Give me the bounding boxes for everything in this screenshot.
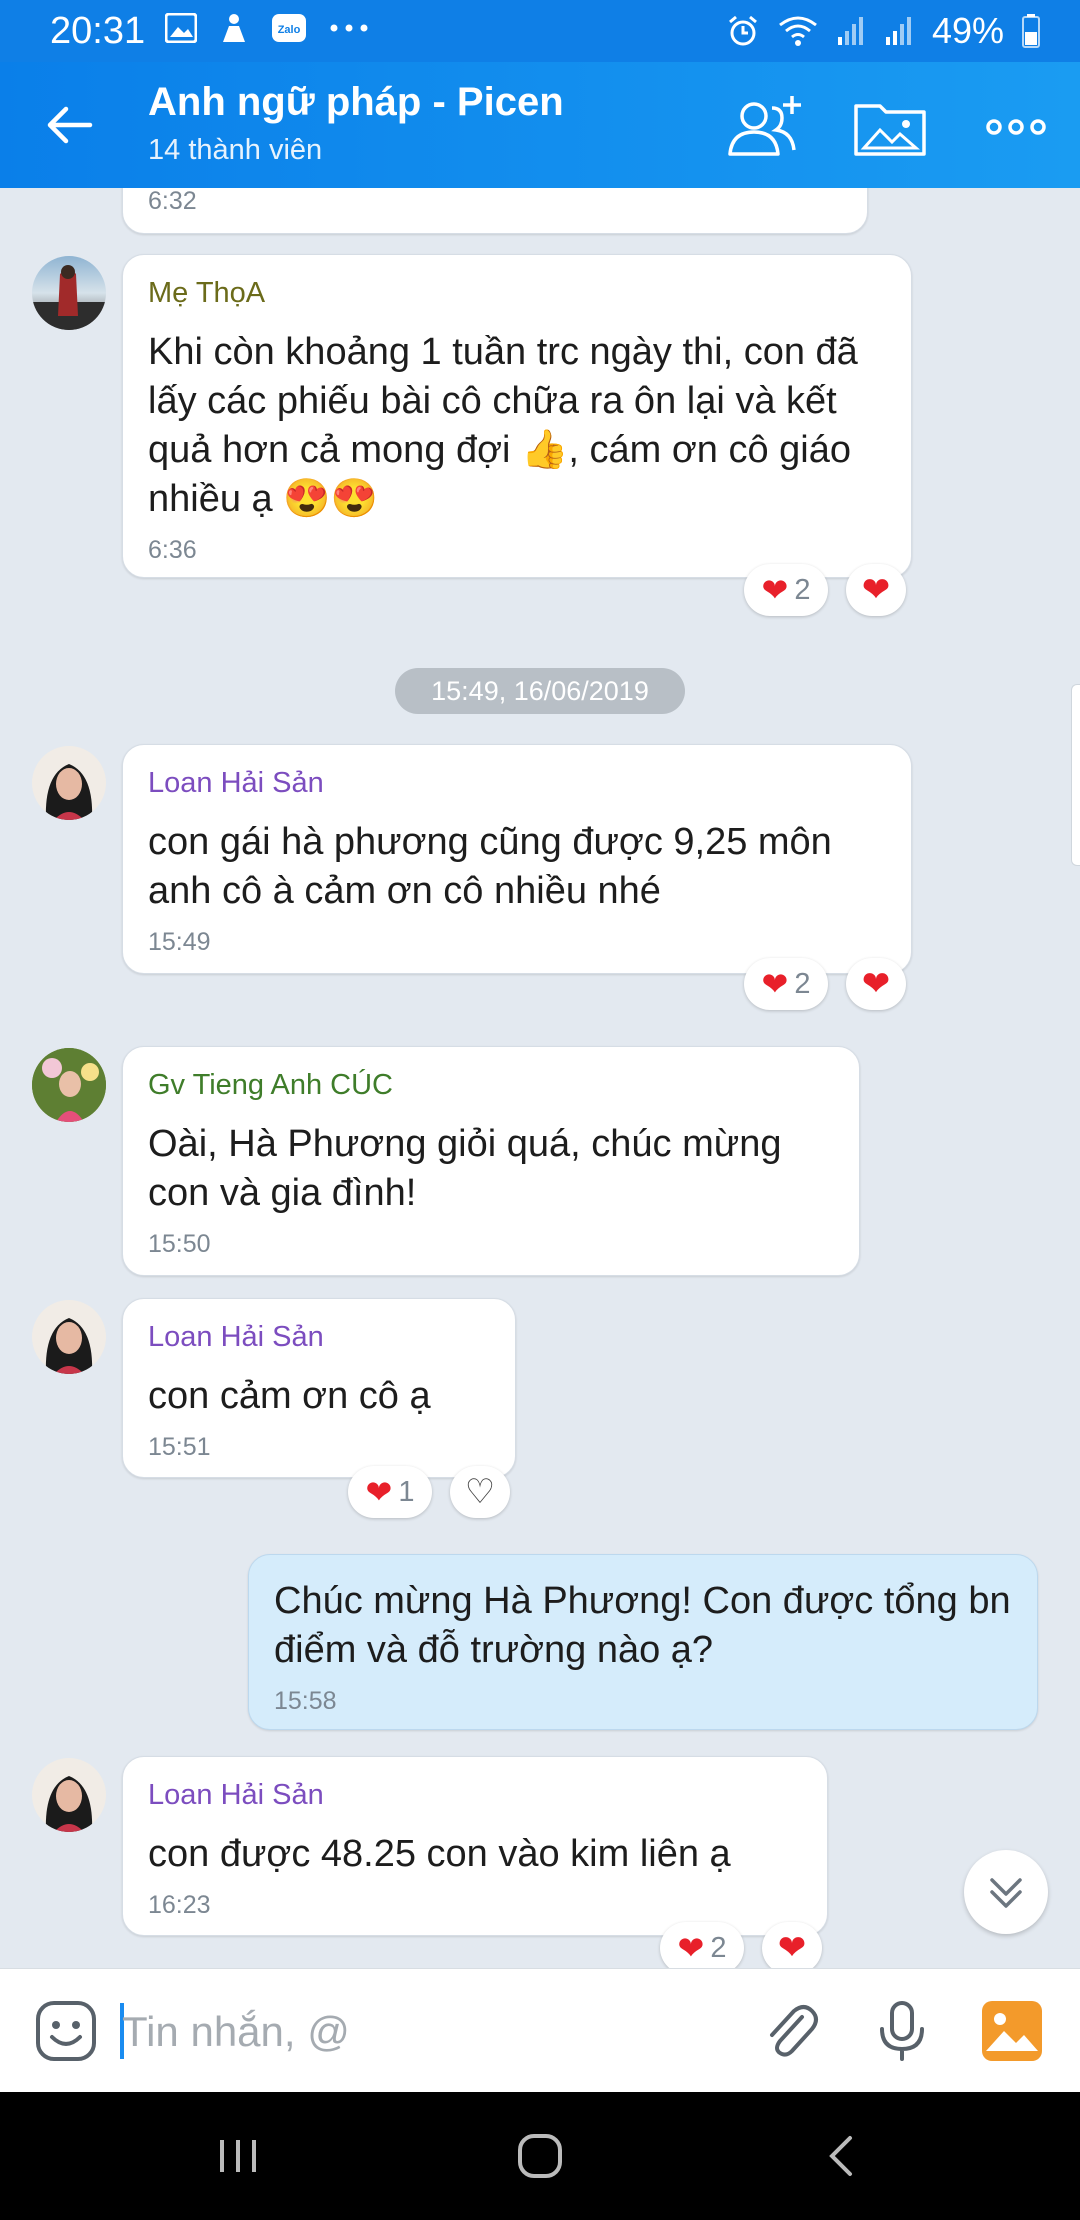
back-nav-icon[interactable] (812, 2128, 872, 2184)
heart-icon: ❤ (777, 1929, 807, 1967)
heart-icon: ❤ (861, 571, 891, 609)
side-panel-handle[interactable] (1071, 684, 1080, 866)
microphone-icon[interactable] (870, 1999, 934, 2063)
heart-react-button[interactable]: ❤ (762, 1922, 822, 1968)
gallery-icon (165, 13, 197, 43)
reaction-count[interactable]: ❤ 2 (744, 958, 828, 1010)
home-icon[interactable] (510, 2128, 570, 2184)
battery-percent: 49% (931, 10, 1004, 51)
sticker-icon[interactable] (34, 1999, 98, 2063)
person-icon (223, 14, 245, 42)
message-time: 16:23 (148, 1891, 211, 1919)
message-bubble[interactable]: Loan Hải Sản con được 48.25 con vào kim … (122, 1756, 828, 1936)
avatar[interactable] (32, 256, 106, 330)
chat-header: Anh ngữ pháp - Picen 14 thành viên (0, 62, 1080, 188)
avatar[interactable] (32, 1758, 106, 1832)
message-time: 15:58 (274, 1687, 337, 1715)
message-bubble[interactable]: Mẹ ThọA Khi còn khoảng 1 tuần trc ngày t… (122, 254, 912, 578)
signal-icon (837, 17, 863, 45)
battery-icon (1022, 14, 1040, 48)
scroll-to-bottom-button[interactable] (964, 1850, 1048, 1934)
sender-name[interactable]: Gv Tieng Anh CÚC (148, 1069, 834, 1102)
group-title[interactable]: Anh ngữ pháp - Picen (148, 80, 564, 125)
gallery-folder-icon[interactable] (848, 92, 932, 162)
message-bubble[interactable]: Loan Hải Sản con cảm ơn cô ạ 15:51 (122, 1298, 516, 1478)
more-dots-icon (330, 24, 368, 32)
sender-name[interactable]: Mẹ ThọA (148, 277, 886, 310)
date-separator: 15:49, 16/06/2019 (395, 668, 685, 714)
reaction-count[interactable]: ❤ 2 (660, 1922, 744, 1968)
message-text: con được 48.25 con vào kim liên ạ (148, 1833, 731, 1875)
message-composer (0, 1968, 1080, 2093)
wifi-icon (779, 16, 817, 46)
message-time: 15:51 (148, 1433, 211, 1461)
member-count[interactable]: 14 thành viên (148, 134, 322, 167)
sender-name[interactable]: Loan Hải Sản (148, 1321, 490, 1354)
heart-react-button[interactable]: ❤ (846, 564, 906, 616)
message-input[interactable] (120, 1993, 724, 2071)
double-chevron-down-icon (990, 1878, 1022, 1908)
message-text: Chúc mừng Hà Phương! Con được tổng bn đi… (274, 1580, 1011, 1671)
heart-icon: ❤ (365, 1474, 393, 1510)
message-text: con cảm ơn cô ạ (148, 1375, 431, 1417)
my-message-bubble[interactable]: Chúc mừng Hà Phương! Con được tổng bn đi… (248, 1554, 1038, 1730)
heart-icon: ❤ (761, 572, 789, 608)
heart-react-button[interactable]: ❤ (846, 958, 906, 1010)
message-text: Oài, Hà Phương giỏi quá, chúc mừng con v… (148, 1123, 782, 1214)
message-text: con gái hà phương cũng được 9,25 môn anh… (148, 821, 832, 912)
reaction-count[interactable]: ❤ 1 (348, 1466, 432, 1518)
sender-name[interactable]: Loan Hải Sản (148, 767, 886, 800)
chat-area[interactable]: 6:32 Mẹ ThọA Khi còn khoảng 1 tuần trc n… (0, 188, 1080, 1968)
reaction-count[interactable]: ❤ 2 (744, 564, 828, 616)
system-nav-bar (0, 2092, 1080, 2220)
more-options-icon[interactable] (974, 92, 1058, 162)
heart-icon: ❤ (677, 1930, 705, 1966)
message-time: 15:50 (148, 1230, 211, 1258)
back-arrow-icon[interactable] (44, 100, 94, 150)
sender-name[interactable]: Loan Hải Sản (148, 1779, 802, 1812)
message-time: 6:36 (148, 536, 197, 564)
message-time: 6:32 (148, 188, 197, 215)
message-bubble[interactable]: Loan Hải Sản con gái hà phương cũng được… (122, 744, 912, 974)
photo-icon[interactable] (980, 1999, 1044, 2063)
status-time: 20:31 (50, 10, 146, 52)
heart-outline-icon: ♡ (464, 1473, 496, 1511)
svg-text:Zalo: Zalo (278, 24, 301, 36)
signal-icon (885, 17, 911, 45)
heart-icon: ❤ (761, 966, 789, 1002)
recent-apps-icon[interactable] (208, 2128, 268, 2184)
heart-react-button[interactable]: ♡ (450, 1466, 510, 1518)
avatar[interactable] (32, 1300, 106, 1374)
add-member-icon[interactable] (722, 92, 806, 162)
message-bubble[interactable]: 6:32 (122, 188, 868, 234)
status-bar: 20:31 Zalo 49% (0, 0, 1080, 62)
avatar[interactable] (32, 746, 106, 820)
heart-icon: ❤ (861, 965, 891, 1003)
message-time: 15:49 (148, 928, 211, 956)
avatar[interactable] (32, 1048, 106, 1122)
attach-icon[interactable] (758, 1999, 822, 2063)
zalo-icon: Zalo (272, 14, 306, 42)
message-text: Khi còn khoảng 1 tuần trc ngày thi, con … (148, 331, 858, 520)
alarm-icon (728, 15, 757, 46)
message-bubble[interactable]: Gv Tieng Anh CÚC Oài, Hà Phương giỏi quá… (122, 1046, 860, 1276)
